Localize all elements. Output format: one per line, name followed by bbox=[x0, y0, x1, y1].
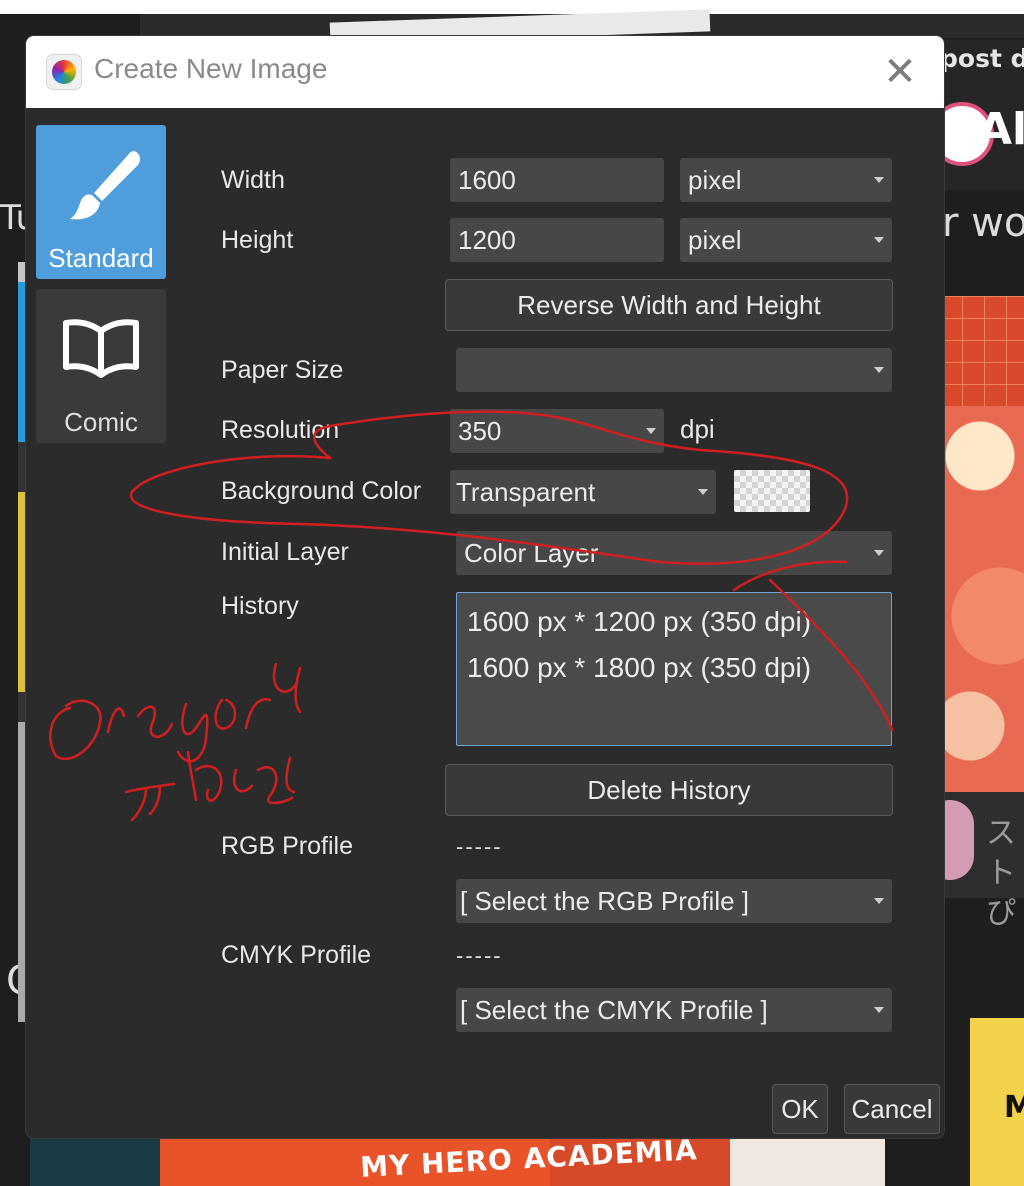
background-post-text: post dir bbox=[940, 44, 1024, 73]
background-color-swatch[interactable] bbox=[734, 470, 810, 512]
background-color-select[interactable]: Transparent bbox=[450, 470, 716, 514]
background-color-label: Background Color bbox=[221, 477, 422, 505]
height-input[interactable]: 1200 bbox=[450, 218, 664, 262]
background-jp-text: ストぴ bbox=[986, 814, 1024, 934]
app-icon bbox=[46, 54, 82, 90]
resolution-select[interactable]: 350 bbox=[450, 409, 664, 453]
color-wheel-icon bbox=[52, 60, 76, 84]
cmyk-profile-select[interactable]: [ Select the CMYK Profile ] bbox=[456, 988, 892, 1032]
rgb-profile-label: RGB Profile bbox=[221, 832, 353, 860]
height-label: Height bbox=[221, 226, 294, 254]
initial-layer-select[interactable]: Color Layer bbox=[456, 531, 892, 575]
open-book-icon bbox=[63, 319, 139, 378]
height-unit-select[interactable]: pixel bbox=[680, 218, 892, 262]
create-new-image-dialog: Create New Image ✕ Standard Comic Width … bbox=[26, 36, 944, 1138]
resolution-label: Resolution bbox=[221, 416, 340, 444]
background-al-text: Al bbox=[978, 104, 1024, 155]
history-list[interactable]: 1600 px * 1200 px (350 dpi) 1600 px * 18… bbox=[456, 592, 892, 746]
rgb-profile-value: ----- bbox=[456, 834, 503, 859]
background-rwo-text: r wo bbox=[942, 200, 1024, 246]
tab-standard-label: Standard bbox=[48, 243, 154, 273]
width-input[interactable]: 1600 bbox=[450, 158, 664, 202]
background-m-text: M bbox=[1004, 1090, 1024, 1125]
dialog-titlebar: Create New Image ✕ bbox=[26, 36, 944, 108]
tab-standard[interactable]: Standard bbox=[36, 125, 166, 279]
rgb-profile-select[interactable]: [ Select the RGB Profile ] bbox=[456, 879, 892, 923]
paintbrush-icon bbox=[70, 151, 141, 220]
cmyk-profile-label: CMYK Profile bbox=[221, 941, 372, 969]
background-jp-text-1: スト bbox=[986, 816, 1016, 891]
paper-size-select[interactable] bbox=[456, 348, 892, 392]
background-artwork-grid bbox=[940, 296, 1024, 406]
cmyk-profile-value: ----- bbox=[456, 943, 503, 968]
delete-history-button[interactable]: Delete History bbox=[445, 764, 893, 816]
width-unit-select[interactable]: pixel bbox=[680, 158, 892, 202]
dialog-title: Create New Image bbox=[94, 53, 328, 84]
width-label: Width bbox=[221, 166, 285, 194]
background-jp-text-2: ぴ bbox=[986, 896, 1016, 931]
history-label: History bbox=[221, 592, 299, 620]
resolution-unit: dpi bbox=[680, 414, 715, 444]
tab-comic[interactable]: Comic bbox=[36, 289, 166, 443]
reverse-width-height-button[interactable]: Reverse Width and Height bbox=[445, 279, 893, 331]
cancel-button[interactable]: Cancel bbox=[844, 1084, 940, 1134]
initial-layer-label: Initial Layer bbox=[221, 538, 349, 566]
close-icon[interactable]: ✕ bbox=[878, 50, 922, 94]
ok-button[interactable]: OK bbox=[772, 1084, 828, 1134]
background-top-bar bbox=[0, 0, 1024, 14]
paper-size-label: Paper Size bbox=[221, 356, 344, 384]
history-item[interactable]: 1600 px * 1200 px (350 dpi) bbox=[467, 599, 881, 645]
history-item[interactable]: 1600 px * 1800 px (350 dpi) bbox=[467, 645, 881, 691]
tab-comic-label: Comic bbox=[64, 407, 138, 437]
